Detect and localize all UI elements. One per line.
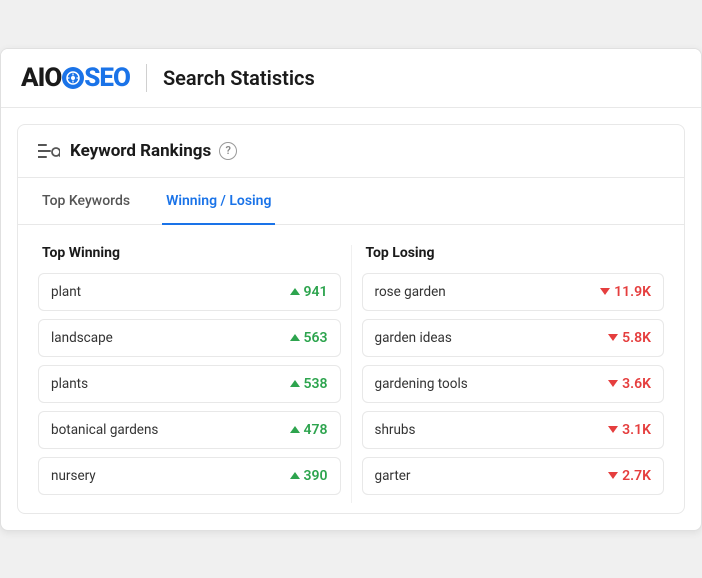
help-icon[interactable]: ? (219, 142, 237, 160)
tab-top-keywords[interactable]: Top Keywords (38, 179, 134, 225)
losing-value: 3.6K (608, 376, 651, 392)
logo-seo: SEO (84, 63, 130, 93)
winning-column: Top Winning plant 941 landscape 563 plan… (38, 245, 341, 503)
winning-row: plant 941 (38, 273, 341, 311)
main-window: AI O SEO Search Statistics (0, 48, 702, 531)
losing-value: 11.9K (600, 284, 651, 300)
keyword-label: garter (375, 468, 411, 484)
card-header: Keyword Rankings ? (18, 125, 684, 178)
up-arrow-icon (290, 426, 300, 433)
keyword-label: rose garden (375, 284, 446, 300)
columns: Top Winning plant 941 landscape 563 plan… (38, 245, 664, 503)
keyword-label: gardening tools (375, 376, 468, 392)
logo-ai: AI (21, 63, 44, 93)
winning-list: plant 941 landscape 563 plants 538 botan… (38, 273, 341, 495)
losing-column: Top Losing rose garden 11.9K garden idea… (362, 245, 665, 503)
keyword-rankings-icon (38, 142, 60, 160)
tab-winning-losing[interactable]: Winning / Losing (162, 179, 275, 225)
up-arrow-icon (290, 288, 300, 295)
losing-row: rose garden 11.9K (362, 273, 665, 311)
keyword-label: plant (51, 284, 81, 300)
losing-value: 5.8K (608, 330, 651, 346)
keyword-label: landscape (51, 330, 113, 346)
winning-row: botanical gardens 478 (38, 411, 341, 449)
page-title: Search Statistics (163, 66, 315, 90)
winning-row: nursery 390 (38, 457, 341, 495)
winning-value: 538 (290, 376, 328, 392)
losing-header: Top Losing (362, 245, 665, 261)
down-arrow-icon (608, 426, 618, 433)
winning-value: 390 (290, 468, 328, 484)
losing-row: gardening tools 3.6K (362, 365, 665, 403)
up-arrow-icon (290, 334, 300, 341)
losing-row: garter 2.7K (362, 457, 665, 495)
logo-icon (62, 67, 84, 89)
header-divider (146, 64, 147, 92)
winning-value: 941 (290, 284, 328, 300)
down-arrow-icon (600, 288, 610, 295)
keyword-label: botanical gardens (51, 422, 158, 438)
winning-row: landscape 563 (38, 319, 341, 357)
logo-o: O (44, 63, 61, 93)
tabs-bar: Top Keywords Winning / Losing (18, 178, 684, 225)
winning-header: Top Winning (38, 245, 341, 261)
winning-value: 478 (290, 422, 328, 438)
keyword-label: garden ideas (375, 330, 452, 346)
losing-list: rose garden 11.9K garden ideas 5.8K gard… (362, 273, 665, 495)
winning-row: plants 538 (38, 365, 341, 403)
keyword-rankings-card: Keyword Rankings ? Top Keywords Winning … (17, 124, 685, 514)
losing-value: 2.7K (608, 468, 651, 484)
losing-value: 3.1K (608, 422, 651, 438)
up-arrow-icon (290, 472, 300, 479)
keyword-label: plants (51, 376, 88, 392)
keyword-label: nursery (51, 468, 96, 484)
down-arrow-icon (608, 472, 618, 479)
down-arrow-icon (608, 380, 618, 387)
header: AI O SEO Search Statistics (1, 49, 701, 108)
card-title: Keyword Rankings (70, 141, 211, 161)
columns-divider (351, 245, 352, 503)
losing-row: garden ideas 5.8K (362, 319, 665, 357)
tab-content: Top Winning plant 941 landscape 563 plan… (18, 225, 684, 513)
winning-value: 563 (290, 330, 328, 346)
losing-row: shrubs 3.1K (362, 411, 665, 449)
keyword-label: shrubs (375, 422, 416, 438)
logo: AI O SEO (21, 63, 130, 93)
up-arrow-icon (290, 380, 300, 387)
down-arrow-icon (608, 334, 618, 341)
